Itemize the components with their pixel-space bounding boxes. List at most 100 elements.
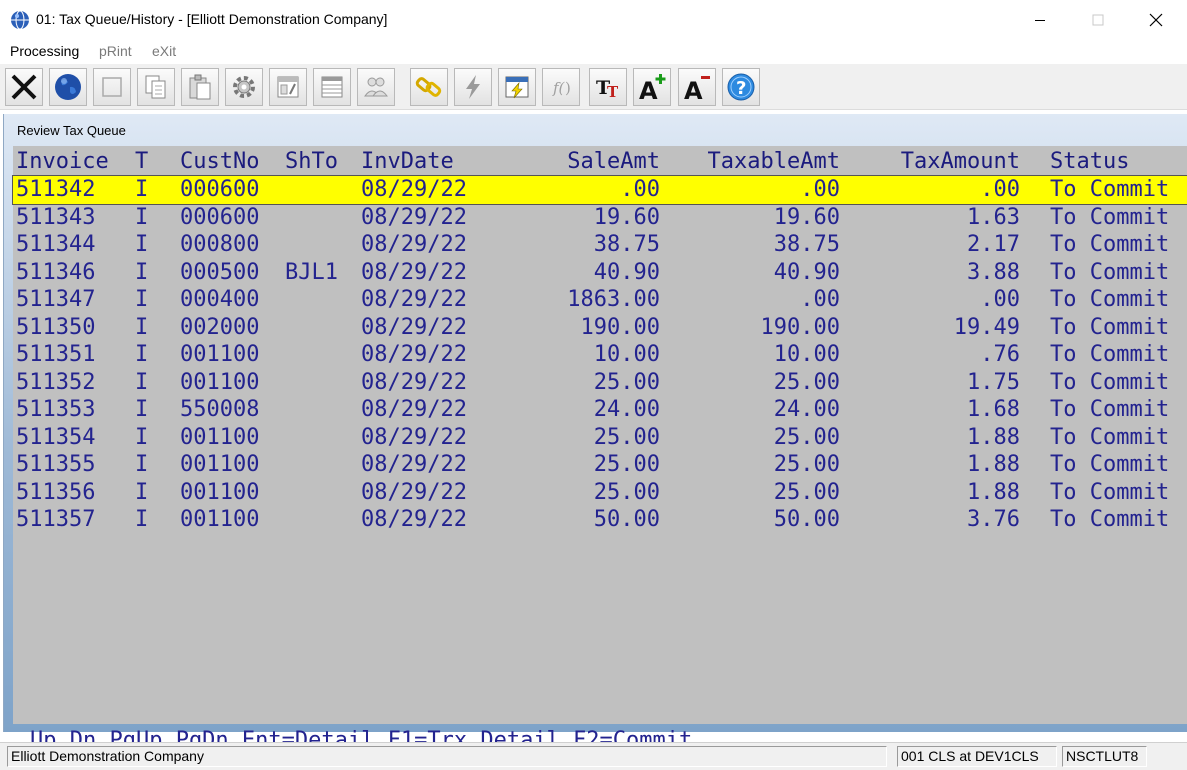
cell-status: To Commit (1050, 314, 1170, 340)
paste-button[interactable] (181, 68, 219, 106)
toolbar: f() TT A A ? (0, 64, 1187, 110)
cell-type: I (135, 259, 149, 285)
cell-type: I (135, 204, 149, 230)
svg-text:f(: f( (552, 79, 566, 97)
cell-invdate: 08/29/22 (361, 287, 467, 312)
cell-status: To Commit (1050, 424, 1170, 450)
text-size-icon: TT (596, 77, 619, 101)
lightning-button[interactable] (454, 68, 492, 106)
blank-button[interactable] (93, 68, 131, 106)
users-icon (364, 77, 388, 97)
cell-type: I (135, 507, 149, 532)
help-button[interactable]: ? (722, 68, 760, 106)
function-button[interactable]: f() (542, 68, 580, 106)
cell-status: To Commit (1050, 287, 1170, 312)
cell-saleamt: 38.75 (593, 232, 660, 257)
cell-invoice: 511352 (16, 369, 96, 395)
cell-type: I (135, 287, 149, 312)
table-row-selected[interactable]: 511342 I 000600 08/29/22 .00 .00 .00 To Commit (12, 175, 1187, 205)
header-invoice: Invoice (16, 149, 109, 174)
cell-shto: BJL1 (285, 259, 338, 285)
table-row[interactable]: 511357 I 001100 08/29/22 50.00 50.00 3.76 To Co… (13, 506, 1187, 534)
cell-type: I (135, 177, 149, 202)
cell-custno: 001100 (180, 479, 260, 505)
cell-invoice: 511347 (16, 287, 96, 312)
close-x-button[interactable] (5, 68, 43, 106)
cell-taxableamt: 40.90 (773, 259, 840, 285)
font-decrease-icon: A (684, 76, 710, 102)
form-button[interactable] (269, 68, 307, 106)
cell-invdate: 08/29/22 (361, 259, 467, 285)
cell-taxableamt: 25.00 (773, 424, 840, 450)
cell-invdate: 08/29/22 (361, 424, 467, 450)
globe-button[interactable] (49, 68, 87, 106)
header-invdate: InvDate (361, 149, 454, 174)
cell-custno: 000500 (180, 259, 260, 285)
table-row[interactable]: 511343 I 000600 08/29/22 19.60 19.60 1.63 To Co… (13, 204, 1187, 232)
cell-taxamount: 1.68 (967, 397, 1020, 422)
maximize-button[interactable] (1069, 0, 1127, 40)
table-row[interactable]: 511353 I 550008 08/29/22 24.00 24.00 1.68 To Co… (13, 396, 1187, 424)
menu-processing[interactable]: Processing (10, 43, 79, 59)
cell-status: To Commit (1050, 479, 1170, 505)
table-row[interactable]: 511344 I 000800 08/29/22 38.75 38.75 2.17 To Co… (13, 231, 1187, 259)
cell-taxableamt: 25.00 (773, 369, 840, 395)
minimize-button[interactable] (1011, 0, 1069, 40)
table-row[interactable]: 511356 I 001100 08/29/22 25.00 25.00 1.88 To Co… (13, 479, 1187, 507)
cell-custno: 000400 (180, 287, 260, 312)
table-row[interactable]: 511346 I 000500 BJL1 08/29/22 40.90 40.90 3.88 T… (13, 259, 1187, 287)
cell-custno: 000800 (180, 232, 260, 257)
lightning-icon (466, 75, 480, 99)
cell-status: To Commit (1050, 232, 1170, 257)
table-button[interactable] (313, 68, 351, 106)
cell-status: To Commit (1050, 452, 1170, 477)
paste-icon (189, 74, 211, 100)
cell-taxamount: .76 (980, 342, 1020, 367)
table-row[interactable]: 511347 I 000400 08/29/22 1863.00 .00 .00 To Com… (13, 286, 1187, 314)
cell-status: To Commit (1050, 342, 1170, 367)
header-custno: CustNo (180, 149, 260, 174)
settings-gear-icon (233, 76, 255, 98)
cell-type: I (135, 479, 149, 505)
close-window-button[interactable] (1127, 0, 1185, 40)
font-increase-button[interactable]: A (633, 68, 671, 106)
cell-saleamt: 50.00 (593, 507, 660, 532)
text-size-button[interactable]: TT (589, 68, 627, 106)
close-x-icon (11, 74, 37, 100)
table-row[interactable]: 511350 I 002000 08/29/22 190.00 190.00 19.49 To… (13, 314, 1187, 342)
calendar-lightning-button[interactable] (498, 68, 536, 106)
cell-custno: 001100 (180, 452, 260, 477)
cell-custno: 550008 (180, 397, 260, 422)
cell-invoice: 511356 (16, 479, 96, 505)
cell-taxamount: 3.88 (967, 259, 1020, 285)
cell-type: I (135, 314, 149, 340)
cell-saleamt: 1863.00 (567, 287, 660, 312)
terminal-screen: Invoice T CustNo ShTo InvDate SaleAmt Ta… (12, 146, 1187, 753)
table-row[interactable]: 511355 I 001100 08/29/22 25.00 25.00 1.88 To Co… (13, 451, 1187, 479)
settings-button[interactable] (225, 68, 263, 106)
table-row[interactable]: 511354 I 001100 08/29/22 25.00 25.00 1.88 To Co… (13, 424, 1187, 452)
link-button[interactable] (410, 68, 448, 106)
cell-saleamt: 25.00 (593, 424, 660, 450)
table-row[interactable]: 511351 I 001100 08/29/22 10.00 10.00 .76 To Com… (13, 341, 1187, 369)
table-row[interactable]: 511352 I 001100 08/29/22 25.00 25.00 1.75 To Co… (13, 369, 1187, 397)
font-decrease-button[interactable]: A (678, 68, 716, 106)
cell-taxableamt: 10.00 (773, 342, 840, 367)
users-button[interactable] (357, 68, 395, 106)
font-increase-icon: A (639, 74, 666, 102)
form-icon (277, 76, 299, 98)
cell-taxableamt: 25.00 (773, 452, 840, 477)
blank-icon (102, 77, 122, 97)
cell-invdate: 08/29/22 (361, 342, 467, 367)
copy-button[interactable] (137, 68, 175, 106)
menu-exit[interactable]: eXit (152, 43, 176, 59)
menu-print[interactable]: pRint (99, 43, 132, 59)
status-bar: Elliott Demonstration Company 001 CLS at… (0, 742, 1187, 770)
globe-app-icon (11, 10, 29, 30)
svg-text:?: ? (736, 78, 746, 99)
cell-type: I (135, 397, 149, 422)
cell-custno: 002000 (180, 314, 260, 340)
cell-saleamt: 25.00 (593, 369, 660, 395)
cell-invdate: 08/29/22 (361, 507, 467, 532)
function-icon: f() (552, 79, 571, 97)
